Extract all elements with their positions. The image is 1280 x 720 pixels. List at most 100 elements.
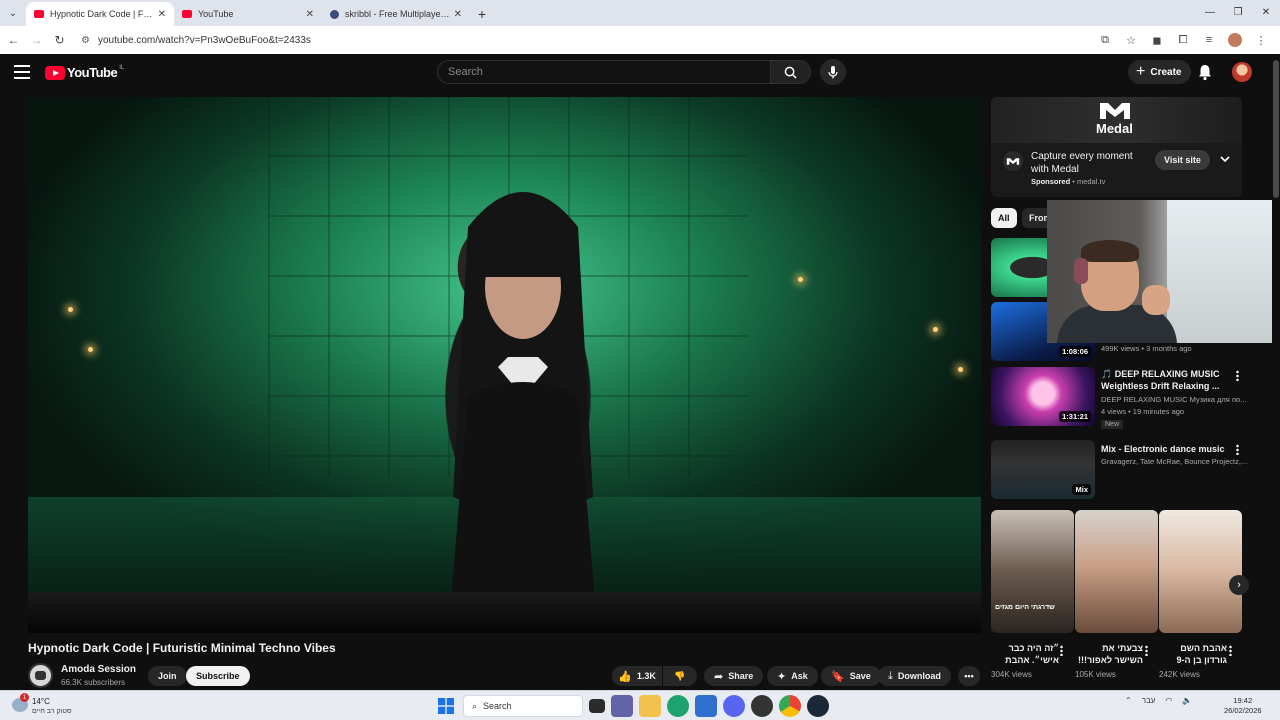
menu-hamburger-icon[interactable] — [14, 65, 30, 79]
channel-avatar[interactable] — [28, 663, 53, 688]
more-actions-button[interactable]: ••• — [958, 666, 980, 686]
recommendation-thumbnail[interactable]: Mix — [991, 440, 1095, 499]
scrollbar-thumb[interactable] — [1273, 60, 1279, 198]
close-window-icon[interactable]: ✕ — [1252, 0, 1280, 24]
more-vertical-icon[interactable] — [1060, 645, 1063, 656]
minimize-icon[interactable]: — — [1196, 0, 1224, 24]
shorts-caption: שדרגתי היום מגזים — [995, 604, 1055, 611]
share-button[interactable]: ➦ Share — [704, 666, 764, 686]
plus-icon: + — [1136, 63, 1146, 80]
browser-menu-icon[interactable]: ⋮ — [1248, 29, 1274, 51]
visit-site-button[interactable]: Visit site — [1155, 150, 1210, 170]
recommendation-channel: DEEP RELAXING MUSIC Музика для по... — [1101, 395, 1247, 404]
download-label: Download — [897, 671, 941, 681]
new-tab-plus-icon[interactable]: + — [470, 2, 494, 26]
url-text: youtube.com/watch?v=Pn3wOeBuFoo&t=2433s — [97, 34, 311, 46]
tab-groups-icon[interactable]: ≡ — [1196, 29, 1222, 51]
back-arrow-icon[interactable]: ← — [2, 28, 25, 52]
video-player[interactable] — [28, 97, 981, 633]
microsoft-store-icon[interactable] — [695, 695, 717, 717]
bookmark-star-icon[interactable]: ☆ — [1118, 29, 1144, 51]
task-view-icon[interactable] — [589, 699, 605, 713]
youtube-masthead: YouTube IL Search + Create — [0, 54, 1280, 92]
shorts-title[interactable]: ״זה היה כבר אישי״. אהבת — [991, 642, 1059, 666]
shorts-title[interactable]: צבעתי את השישר לאפור!!! — [1075, 642, 1143, 666]
cast-icon[interactable]: ⧉ — [1092, 29, 1118, 51]
recommendation-title[interactable]: Mix - Electronic dance music — [1101, 443, 1231, 455]
dislike-button[interactable]: 👎 — [663, 666, 697, 686]
create-button[interactable]: + Create — [1128, 60, 1192, 84]
tab-search-chevron-icon[interactable]: ⌄ — [0, 0, 26, 26]
maximize-icon[interactable]: ❐ — [1224, 0, 1252, 24]
wifi-icon[interactable]: ◠ — [1165, 696, 1172, 705]
forward-arrow-icon[interactable]: → — [25, 28, 48, 52]
browser-tab-skribbl[interactable]: skribbl - Free Multiplayer Drawi ✕ — [322, 2, 470, 26]
weather-widget[interactable]: 1 14°C סטוק רב חיים — [12, 693, 82, 717]
account-avatar[interactable] — [1232, 62, 1252, 82]
ask-button[interactable]: ✦ Ask — [767, 666, 818, 686]
download-button[interactable]: ⤓ Download — [878, 666, 951, 686]
browser-tab-youtube[interactable]: YouTube ✕ — [174, 2, 322, 26]
site-info-icon[interactable]: ⚙ — [81, 35, 90, 46]
taskbar-search[interactable]: ⌕ Search — [463, 695, 583, 717]
join-button[interactable]: Join — [148, 666, 187, 686]
save-button[interactable]: 🔖 Save — [821, 666, 881, 686]
reload-icon[interactable]: ↻ — [48, 28, 71, 52]
page-scrollbar[interactable] — [1272, 54, 1280, 690]
shorts-thumbnail[interactable] — [1159, 510, 1242, 633]
youtube-logo[interactable]: YouTube IL — [45, 65, 124, 80]
steam-icon[interactable] — [807, 695, 829, 717]
windows-taskbar: 1 14°C סטוק רב חיים ⌕ Search ⌃ עבר ◠ 🔈 19… — [0, 690, 1280, 720]
tray-chevron-up-icon[interactable]: ⌃ — [1125, 696, 1132, 705]
edge-browser-icon[interactable] — [667, 695, 689, 717]
shorts-thumbnail[interactable] — [1075, 510, 1158, 633]
notifications-bell-icon[interactable] — [1196, 63, 1214, 81]
shorts-next-button[interactable]: › — [1229, 575, 1249, 595]
app-icon[interactable] — [751, 695, 773, 717]
tab-close-icon[interactable]: ✕ — [158, 9, 166, 20]
language-indicator[interactable]: עבר — [1142, 696, 1156, 705]
filter-chip-all[interactable]: All — [991, 208, 1017, 228]
voice-search-button[interactable] — [820, 59, 846, 85]
search-button[interactable] — [771, 60, 811, 84]
windows-start-icon[interactable] — [435, 695, 457, 717]
shorts-title[interactable]: אהבת השם גורדון בן ה-9 — [1159, 642, 1227, 666]
more-vertical-icon[interactable] — [1145, 645, 1148, 656]
more-vertical-icon[interactable] — [1229, 645, 1232, 656]
video-frame-figure — [448, 192, 598, 633]
puzzle-icon[interactable]: ⧠ — [1170, 29, 1196, 51]
recommendation-meta: 4 views • 19 minutes ago — [1101, 407, 1185, 416]
address-bar[interactable]: ⚙ youtube.com/watch?v=Pn3wOeBuFoo&t=2433… — [75, 29, 1085, 51]
volume-icon[interactable]: 🔈 — [1182, 696, 1192, 705]
taskbar-clock[interactable]: 19:42 26/02/2026 — [1224, 696, 1262, 716]
shorts-thumbnail[interactable]: שדרגתי היום מגזים — [991, 510, 1074, 633]
recommendation-title[interactable]: 🎵 DEEP RELAXING MUSIC Weightless Drift R… — [1101, 368, 1231, 392]
more-vertical-icon[interactable] — [1236, 444, 1239, 455]
sparkle-icon: ✦ — [777, 670, 787, 683]
extension-icons: ⧉ ☆ ◼ ⧠ ≡ ⋮ — [1092, 29, 1274, 51]
discord-icon[interactable] — [723, 695, 745, 717]
shorts-views: 105K views — [1075, 670, 1116, 679]
chevron-down-icon[interactable] — [1219, 153, 1231, 165]
recommendation-thumbnail[interactable]: 1:31:21 — [991, 367, 1095, 426]
like-button[interactable]: 👍 1.3K — [612, 666, 662, 686]
browser-tab-active[interactable]: Hypnotic Dark Code | Futuristic ✕ — [26, 2, 174, 26]
more-vertical-icon[interactable] — [1236, 370, 1239, 381]
tab-close-icon[interactable]: ✕ — [306, 9, 314, 20]
channel-name[interactable]: Amoda Session — [61, 664, 136, 675]
chrome-icon[interactable] — [779, 695, 801, 717]
extension-icon[interactable]: ◼ — [1144, 29, 1170, 51]
search-input[interactable]: Search — [437, 60, 771, 84]
skribbl-favicon-icon — [330, 9, 339, 19]
video-frame-lamp — [88, 347, 93, 352]
webcam-background-wall — [1167, 200, 1280, 343]
tab-close-icon[interactable]: ✕ — [454, 9, 462, 20]
file-explorer-icon[interactable] — [639, 695, 661, 717]
sponsored-ad-card[interactable]: Medal Capture every moment with Medal Sp… — [991, 97, 1242, 197]
profile-avatar-icon[interactable] — [1228, 33, 1242, 47]
like-count: 1.3K — [636, 671, 656, 681]
teams-icon[interactable] — [611, 695, 633, 717]
subscribe-button[interactable]: Subscribe — [186, 666, 250, 686]
video-title: Hypnotic Dark Code | Futuristic Minimal … — [28, 641, 336, 655]
video-frame-lamp — [798, 277, 803, 282]
